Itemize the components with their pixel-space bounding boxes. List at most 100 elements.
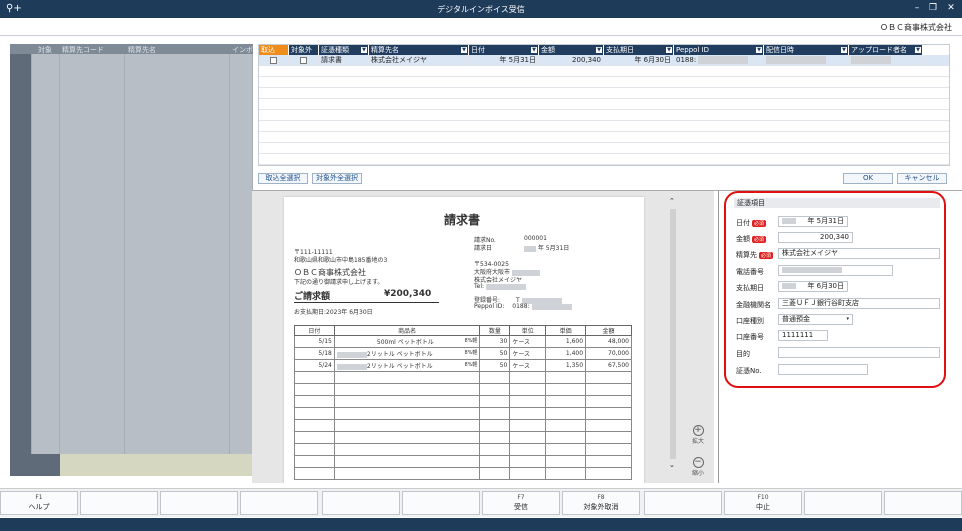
fkey-6[interactable]: [402, 491, 480, 515]
col-payee[interactable]: 精算先名 ▼: [369, 45, 469, 55]
f7-receive-button[interactable]: F7 受信: [482, 491, 560, 515]
bank-field[interactable]: 三菱ＵＦＪ銀行谷町支店: [778, 298, 940, 309]
table-row[interactable]: [259, 99, 949, 110]
scroll-up-icon[interactable]: ⌃: [669, 197, 675, 205]
col-exclude[interactable]: 対象外: [289, 45, 319, 55]
scroll-down-icon[interactable]: ⌄: [669, 461, 675, 469]
due-field[interactable]: 年 6月30日: [778, 281, 848, 292]
table-row[interactable]: [259, 154, 949, 165]
chevron-down-icon[interactable]: ▾: [846, 315, 849, 324]
filter-dropdown-icon[interactable]: ▼: [666, 47, 672, 53]
col-peppol[interactable]: Peppol ID ▼: [674, 45, 764, 55]
invoice-items-table: 日付 商品名 数量 単位 単価 金額 5/15 500ml ペットボトル 8%軽 …: [294, 325, 632, 480]
minimize-icon[interactable]: –: [910, 3, 924, 13]
filter-dropdown-icon[interactable]: ▼: [915, 47, 921, 53]
col-delivery[interactable]: 配信日時 ▼: [764, 45, 849, 55]
table-row[interactable]: [259, 66, 949, 77]
filter-dropdown-icon[interactable]: ▼: [756, 47, 762, 53]
col-uploader[interactable]: アップロード者名 ▼: [849, 45, 923, 55]
import-checkbox-cell[interactable]: [259, 55, 289, 66]
preview-scrollbar[interactable]: ⌃ ⌄: [668, 197, 678, 473]
invoice-no: 000001: [524, 235, 547, 242]
invoice-date-label: 請求日: [474, 245, 493, 252]
th-price: 単価: [545, 325, 587, 336]
select-all-exclude-button[interactable]: 対象外全選択: [312, 173, 362, 184]
ok-button[interactable]: OK: [843, 173, 893, 184]
recipient-address: 和歌山県和歌山市中島185番地の3: [294, 257, 388, 264]
fkey-3[interactable]: [160, 491, 238, 515]
date-field[interactable]: 年 5月31日: [778, 216, 848, 227]
phone-field[interactable]: [778, 265, 893, 276]
invoice-line: 5/15 500ml ペットボトル 8%軽 30 ケース 1,600 48,000: [294, 335, 632, 348]
fkey-9[interactable]: [644, 491, 722, 515]
cell-payee: 株式会社メイジヤ: [369, 55, 469, 66]
fkey-5[interactable]: [322, 491, 400, 515]
voucher-no-field[interactable]: [778, 364, 868, 375]
zoom-in-button[interactable]: + 拡大: [690, 425, 706, 445]
close-icon[interactable]: ✕: [944, 3, 958, 13]
col-amount[interactable]: 金額 ▼: [539, 45, 604, 55]
cancel-button[interactable]: キャンセル: [897, 173, 947, 184]
title-bar: ⚲+ デジタルインボイス受信 – ❐ ✕: [0, 0, 962, 18]
account-no-label: 口座番号: [736, 333, 764, 341]
required-badge: 必須: [752, 219, 767, 227]
filter-dropdown-icon[interactable]: ▼: [596, 47, 602, 53]
amount-field[interactable]: 200,340: [778, 232, 853, 243]
zoom-in-label: 拡大: [691, 438, 704, 445]
table-row[interactable]: [259, 77, 949, 88]
cell-delivery: [764, 55, 849, 66]
zoom-out-icon[interactable]: −: [692, 457, 704, 468]
lp-target-col: [32, 54, 60, 454]
exclude-checkbox[interactable]: [300, 56, 307, 64]
zoom-out-button[interactable]: − 縮小: [690, 457, 706, 477]
col-voucher-type[interactable]: 証憑種類 ▼: [319, 45, 369, 55]
purpose-field[interactable]: [778, 347, 940, 358]
fkey-4[interactable]: [240, 491, 318, 515]
th-date: 日付: [294, 325, 335, 336]
payee-field[interactable]: 株式会社メイジヤ: [778, 248, 940, 259]
zoom-in-icon[interactable]: +: [692, 425, 704, 436]
filter-dropdown-icon[interactable]: ▼: [531, 47, 537, 53]
import-checkbox[interactable]: [270, 56, 277, 64]
lp-row-header-col: [10, 54, 32, 454]
payee-list-panel[interactable]: 対象 精算先コード 精算先名 インボ: [10, 44, 253, 476]
select-all-import-button[interactable]: 取込全選択: [258, 173, 308, 184]
phone-label: 電話番号: [736, 268, 764, 276]
required-badge: 必須: [759, 251, 774, 259]
table-row[interactable]: [259, 88, 949, 99]
function-key-bar: F1 ヘルプ F7 受信 F8 対象外取消 F10 中止: [0, 488, 962, 517]
exclude-checkbox-cell[interactable]: [289, 55, 319, 66]
f1-help-button[interactable]: F1 ヘルプ: [0, 491, 78, 515]
filter-dropdown-icon[interactable]: ▼: [361, 47, 367, 53]
col-import[interactable]: 取込: [259, 45, 289, 55]
table-row[interactable]: [259, 121, 949, 132]
invoice-preview[interactable]: 請求書 請求No. 000001 請求日 年 5月31日 〒111-11111 …: [252, 191, 714, 483]
table-row[interactable]: [259, 110, 949, 121]
col-due[interactable]: 支払期日 ▼: [604, 45, 674, 55]
th-qty: 数量: [479, 325, 511, 336]
table-row[interactable]: [259, 143, 949, 154]
account-type-select[interactable]: 普通預金 ▾: [778, 314, 853, 325]
account-no-field[interactable]: 1111111: [778, 330, 828, 341]
f8-cancel-exclude-button[interactable]: F8 対象外取消: [562, 491, 640, 515]
scroll-thumb[interactable]: [670, 209, 676, 459]
amount-label: 金額 必須: [736, 235, 767, 243]
table-row[interactable]: [259, 132, 949, 143]
cell-peppol: 0188:: [674, 55, 764, 66]
fkey-2[interactable]: [80, 491, 158, 515]
cell-due: 年 6月30日: [604, 55, 674, 66]
f10-abort-button[interactable]: F10 中止: [724, 491, 802, 515]
restore-icon[interactable]: ❐: [926, 3, 940, 13]
header-divider: [0, 35, 962, 36]
total-underline: [294, 302, 439, 303]
bank-label: 金融機関名: [736, 301, 771, 309]
receipt-grid[interactable]: 取込 対象外 証憑種類 ▼ 精算先名 ▼ 日付 ▼ 金額 ▼ 支払期日 ▼ Peppol …: [258, 44, 950, 166]
table-row[interactable]: 請求書 株式会社メイジヤ 年 5月31日 200,340 年 6月30日 018…: [259, 55, 949, 66]
cell-type: 請求書: [319, 55, 369, 66]
fkey-12[interactable]: [884, 491, 962, 515]
filter-dropdown-icon[interactable]: ▼: [461, 47, 467, 53]
col-date[interactable]: 日付 ▼: [469, 45, 539, 55]
fkey-11[interactable]: [804, 491, 882, 515]
filter-dropdown-icon[interactable]: ▼: [841, 47, 847, 53]
due-label: 支払期日: [736, 284, 764, 292]
